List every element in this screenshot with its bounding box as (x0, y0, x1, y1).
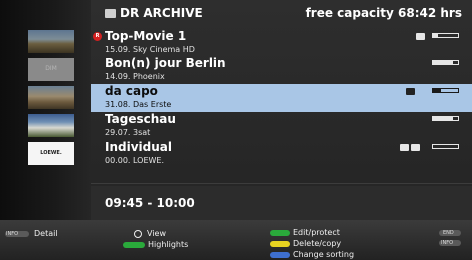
thumbnail-tageschau (28, 114, 74, 137)
thumbnail-top-movie (28, 30, 74, 53)
view-icon[interactable] (134, 230, 142, 238)
progress-bar (432, 116, 459, 121)
highlights-label: Highlights (148, 240, 189, 249)
play-icon (406, 88, 415, 95)
page-title: DR ARCHIVE (120, 6, 203, 20)
delete-copy-label: Delete/copy (293, 239, 342, 248)
recording-title: Tageschau (105, 112, 176, 126)
recording-subtitle: 14.09. Phoenix (105, 72, 165, 81)
protect-icon (400, 144, 409, 151)
detail-label: Detail (34, 229, 58, 238)
info-key-label: INFO (6, 231, 19, 237)
archive-icon (105, 9, 116, 18)
info-key-label: INFO (441, 240, 454, 246)
progress-bar (432, 88, 459, 93)
recordings-panel: DR ARCHIVE free capacity 68:42 hrs R Top… (91, 0, 472, 220)
copy-icon (411, 144, 420, 151)
time-range: 09:45 - 10:00 (105, 196, 195, 210)
recording-row[interactable]: Individual 00.00. LOEWE. (91, 140, 472, 168)
edit-protect-label: Edit/protect (293, 228, 340, 237)
recording-title: Top-Movie 1 (105, 29, 187, 43)
end-key-label: END (443, 230, 454, 236)
view-label: View (147, 229, 166, 238)
time-range-bar: 09:45 - 10:00 (91, 186, 472, 220)
green-key-icon[interactable] (270, 230, 290, 236)
info-icon (416, 33, 425, 40)
dr-archive-screen: DIM LOEWE. DR ARCHIVE free capacity 68:4… (0, 0, 472, 260)
recording-row-selected[interactable]: da capo 31.08. Das Erste (91, 84, 472, 112)
recording-row[interactable]: Tageschau 29.07. 3sat (91, 112, 472, 140)
progress-bar (432, 33, 459, 38)
recording-subtitle: 15.09. Sky Cinema HD (105, 45, 195, 54)
change-sorting-label: Change sorting (293, 250, 355, 259)
progress-fill (433, 34, 438, 37)
recording-subtitle: 00.00. LOEWE. (105, 156, 165, 165)
thumbnail-placeholder-text: DIM (45, 65, 57, 72)
recording-title: Bon(n) jour Berlin (105, 56, 226, 70)
recording-subtitle: 29.07. 3sat (105, 128, 151, 137)
footer-bar: INFO Detail View Highlights Edit/protect… (0, 220, 472, 260)
progress-bar (432, 144, 459, 149)
recording-row[interactable]: Bon(n) jour Berlin 14.09. Phoenix (91, 56, 472, 84)
list-divider (91, 183, 472, 184)
free-capacity-label: free capacity 68:42 hrs (305, 6, 462, 20)
yellow-key-icon[interactable] (270, 241, 290, 247)
thumbnail-da-capo (28, 86, 74, 109)
green-key-icon[interactable] (123, 242, 145, 248)
thumbnail-bonjour-berlin: DIM (28, 58, 74, 81)
blue-key-icon[interactable] (270, 252, 290, 258)
progress-fill (433, 89, 441, 92)
recording-row[interactable]: R Top-Movie 1 15.09. Sky Cinema HD (91, 29, 472, 57)
progress-fill (433, 61, 453, 64)
recording-title: da capo (105, 84, 158, 98)
recording-title: Individual (105, 140, 172, 154)
archive-header: DR ARCHIVE free capacity 68:42 hrs (91, 0, 472, 26)
recording-subtitle: 31.08. Das Erste (105, 100, 172, 109)
progress-fill (433, 117, 453, 120)
thumbnail-column: DIM LOEWE. (0, 0, 91, 220)
thumbnail-individual: LOEWE. (28, 142, 74, 165)
progress-bar (432, 60, 459, 65)
recording-icon: R (93, 32, 102, 41)
loewe-logo-text: LOEWE. (40, 150, 62, 156)
